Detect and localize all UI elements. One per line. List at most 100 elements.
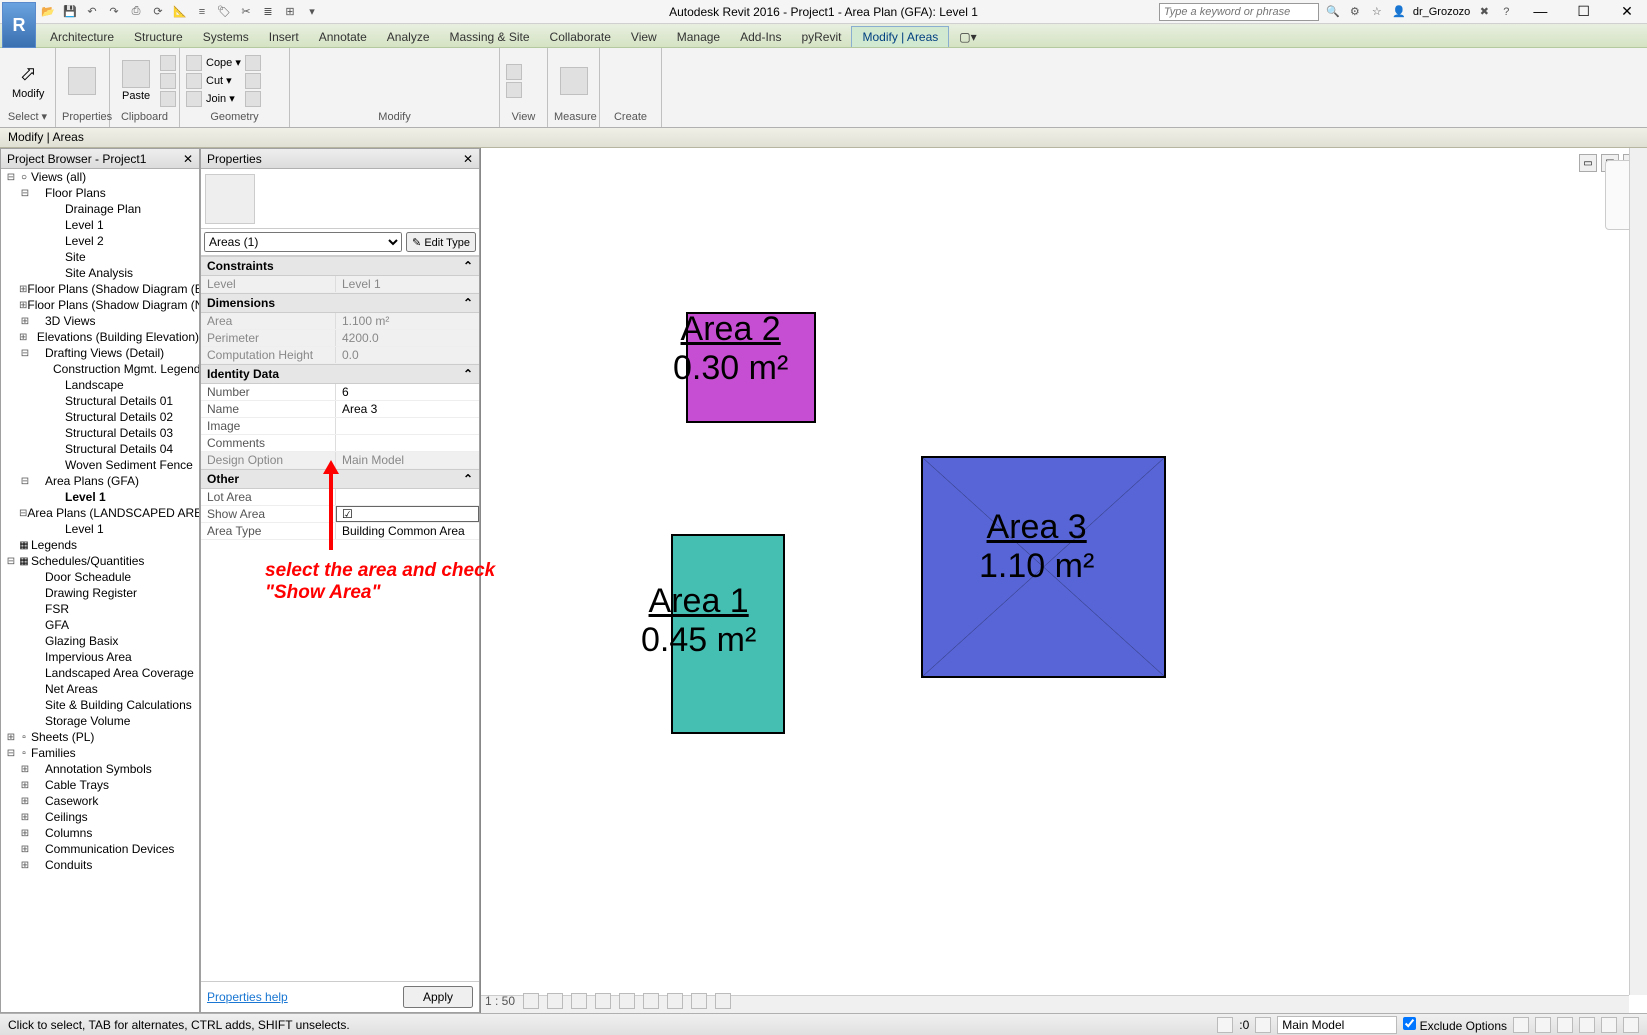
maximize-button[interactable]: ☐ — [1564, 3, 1604, 20]
tree-item[interactable]: ⊟Floor Plans — [1, 185, 199, 201]
sun-path-icon[interactable] — [571, 993, 587, 1009]
offset-icon[interactable] — [296, 86, 318, 108]
open-icon[interactable]: 📂 — [40, 4, 56, 20]
project-browser-tree[interactable]: ⊟○Views (all)⊟Floor PlansDrainage PlanLe… — [1, 169, 199, 1012]
prop-area-type[interactable]: Area TypeBuilding Common Area — [201, 523, 479, 540]
tree-item[interactable]: ⊞Floor Plans (Shadow Diagram (E — [1, 281, 199, 297]
modify-tool-button[interactable]: ⬀Modify — [6, 59, 50, 102]
align-icon[interactable] — [321, 86, 343, 108]
worksets-icon[interactable] — [1217, 1017, 1233, 1033]
tree-item[interactable]: Landscaped Area Coverage — [1, 665, 199, 681]
tree-item[interactable]: Net Areas — [1, 681, 199, 697]
drawing-canvas[interactable]: ▭ ▣ ✕ Area 2 0.30 m² Area 1 0.45 m² Area… — [480, 148, 1647, 1013]
view-restore-icon[interactable]: ▭ — [1579, 154, 1597, 172]
exclude-options-checkbox[interactable]: Exclude Options — [1403, 1017, 1507, 1033]
rendering-icon[interactable] — [619, 993, 635, 1009]
prop-image[interactable]: Image — [201, 418, 479, 435]
tree-item[interactable]: FSR — [1, 601, 199, 617]
tree-item[interactable]: Level 1 — [1, 217, 199, 233]
ribbon-tab-collaborate[interactable]: Collaborate — [540, 27, 621, 47]
cope-button[interactable]: Cope ▾ — [186, 55, 241, 71]
tree-item[interactable]: ⊟Area Plans (GFA) — [1, 473, 199, 489]
select-face-icon[interactable] — [1601, 1017, 1617, 1033]
editable-only-icon[interactable] — [1255, 1017, 1271, 1033]
type-selector[interactable]: Areas (1) — [204, 232, 402, 252]
select-underlay-icon[interactable] — [1557, 1017, 1573, 1033]
tree-item[interactable]: ▦Legends — [1, 537, 199, 553]
vertical-scrollbar[interactable] — [1629, 148, 1647, 995]
trim-icon[interactable] — [371, 54, 393, 76]
main-model-label[interactable]: Main Model — [1277, 1016, 1397, 1034]
tree-item[interactable]: Site Analysis — [1, 265, 199, 281]
tree-item[interactable]: ⊟○Views (all) — [1, 169, 199, 185]
create-button-1[interactable] — [606, 68, 640, 94]
crop-region-icon[interactable] — [667, 993, 683, 1009]
tree-item[interactable]: Level 2 — [1, 233, 199, 249]
cut-geom-button[interactable]: Cut ▾ — [186, 73, 241, 89]
tree-item[interactable]: Structural Details 04 — [1, 441, 199, 457]
tree-item[interactable]: Door Scheadule — [1, 569, 199, 585]
ribbon-tab-insert[interactable]: Insert — [259, 27, 309, 47]
tree-item[interactable]: Site & Building Calculations — [1, 697, 199, 713]
tree-item[interactable]: GFA — [1, 617, 199, 633]
filter-icon[interactable] — [1513, 1017, 1529, 1033]
tree-item[interactable]: ⊞Casework — [1, 793, 199, 809]
prop-comments[interactable]: Comments — [201, 435, 479, 452]
tree-item[interactable]: ⊞Columns — [1, 825, 199, 841]
properties-help-link[interactable]: Properties help — [207, 990, 288, 1004]
panel-select-label[interactable]: Select ▾ — [6, 110, 49, 125]
shadows-icon[interactable] — [595, 993, 611, 1009]
rotate-icon[interactable] — [346, 54, 368, 76]
create-button-2[interactable] — [644, 68, 678, 94]
apply-button[interactable]: Apply — [403, 986, 473, 1008]
undo-icon[interactable]: ↶ — [84, 4, 100, 20]
search-input[interactable] — [1159, 3, 1319, 21]
print-icon[interactable]: ⎙ — [128, 4, 144, 20]
user-icon[interactable]: 👤 — [1391, 4, 1407, 20]
save-icon[interactable]: 💾 — [62, 4, 78, 20]
ribbon-tab-analyze[interactable]: Analyze — [377, 27, 440, 47]
view-scale[interactable]: 1 : 50 — [485, 994, 515, 1008]
prop-name[interactable]: NameArea 3 — [201, 401, 479, 418]
mirror-icon[interactable] — [396, 54, 418, 76]
close-views-icon[interactable]: ⊞ — [282, 4, 298, 20]
tree-item[interactable]: ⊞Cable Trays — [1, 777, 199, 793]
edit-type-button[interactable]: ✎ Edit Type — [406, 232, 476, 252]
match-button[interactable] — [160, 91, 176, 107]
geom-icon-2[interactable] — [245, 73, 261, 89]
tree-item[interactable]: ⊞3D Views — [1, 313, 199, 329]
redo-icon[interactable]: ↷ — [106, 4, 122, 20]
prop-number[interactable]: Number6 — [201, 384, 479, 401]
geom-icon-1[interactable] — [245, 55, 261, 71]
pin-icon[interactable] — [346, 86, 368, 108]
ribbon-tab-massing-site[interactable]: Massing & Site — [440, 27, 540, 47]
move-icon[interactable] — [296, 54, 318, 76]
tree-item[interactable]: Level 1 — [1, 489, 199, 505]
tree-item[interactable]: ⊞Annotation Symbols — [1, 761, 199, 777]
tree-item[interactable]: Woven Sediment Fence — [1, 457, 199, 473]
ribbon-tab-architecture[interactable]: Architecture — [40, 27, 124, 47]
copy-button[interactable] — [160, 73, 176, 89]
view-icon-1[interactable] — [506, 64, 522, 80]
thin-lines-icon[interactable]: ≣ — [260, 4, 276, 20]
join-button[interactable]: Join ▾ — [186, 91, 241, 107]
tree-item[interactable]: Landscape — [1, 377, 199, 393]
ribbon-tab-pyrevit[interactable]: pyRevit — [791, 27, 851, 47]
hide-isolate-icon[interactable] — [691, 993, 707, 1009]
cut-button[interactable] — [160, 55, 176, 71]
tree-item[interactable]: ⊞Conduits — [1, 857, 199, 873]
favorite-icon[interactable]: ☆ — [1369, 4, 1385, 20]
subscribe-icon[interactable]: ⚙ — [1347, 4, 1363, 20]
measure-icon[interactable]: 📐 — [172, 4, 188, 20]
measure-button[interactable] — [554, 65, 594, 97]
view-icon-2[interactable] — [506, 82, 522, 98]
drag-elements-icon[interactable] — [1623, 1017, 1639, 1033]
close-button[interactable]: ✕ — [1607, 3, 1647, 20]
help-icon[interactable]: ? — [1498, 4, 1514, 20]
copy-icon[interactable] — [321, 54, 343, 76]
geom-icon-3[interactable] — [245, 91, 261, 107]
properties-button[interactable] — [62, 65, 102, 97]
tree-item[interactable]: Structural Details 03 — [1, 425, 199, 441]
exchange-icon[interactable]: ✖ — [1476, 4, 1492, 20]
ribbon-tab-modify-areas[interactable]: Modify | Areas — [851, 26, 949, 47]
